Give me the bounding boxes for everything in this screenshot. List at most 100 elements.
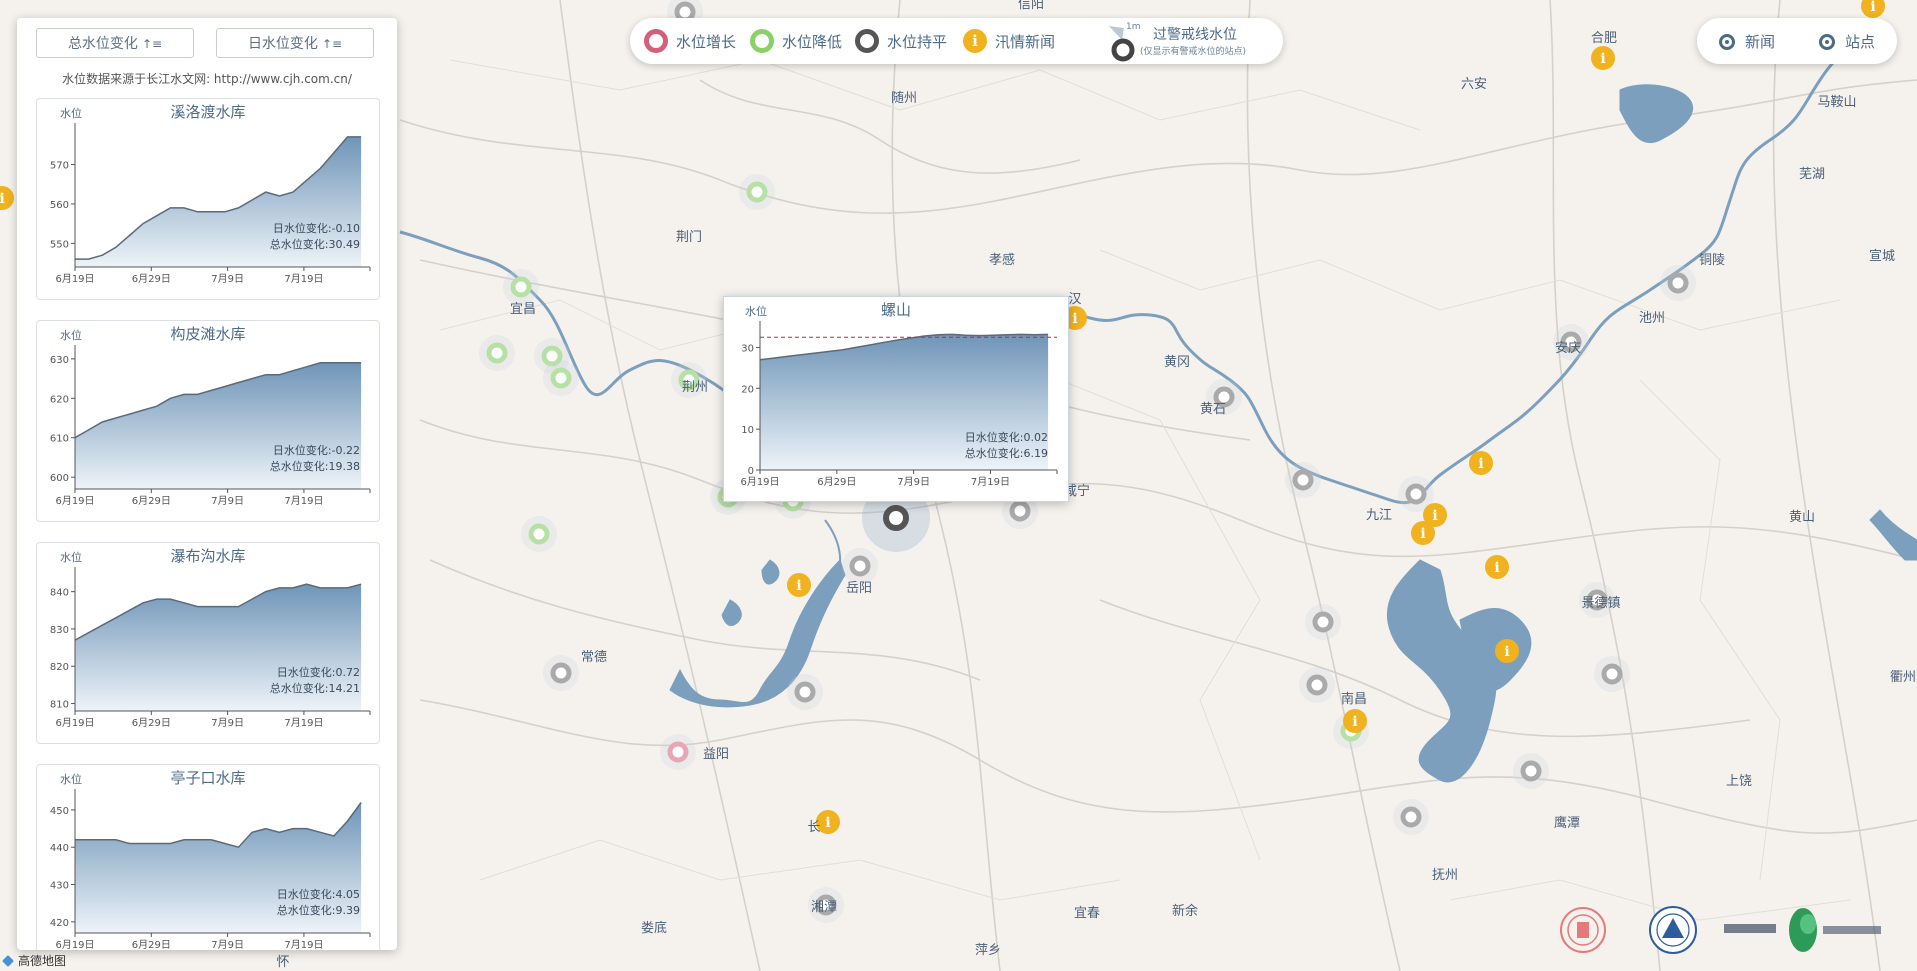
sort-total-change-button[interactable]: 总水位变化 ↑≡ [36,28,194,58]
station-marker[interactable] [479,335,515,371]
city-label: 黄冈 [1164,355,1190,370]
x-tick-label: 6月19日 [740,476,779,488]
x-tick-label: 7月19日 [971,476,1010,488]
legend-fall-label: 水位降低 [782,32,843,51]
station-marker[interactable] [1299,667,1335,703]
reservoir-card[interactable]: 水位 亭子口水库 420 430 440 450 6月19日 6月29日 7月9日 7月19日 日水… [36,764,380,950]
station-popup[interactable]: 水位 螺山 0 10 20 30 6月19日 6月29日 7月9日 7月19日 日水位变化:0.02… [723,296,1069,502]
news-marker[interactable]: i [1591,46,1615,70]
warning-title: 过警戒线水位 [1153,27,1237,43]
y-axis-label: 水位 [60,328,82,342]
station-marker[interactable] [543,655,579,691]
x-tick-label: 7月19日 [284,495,323,507]
city-label: 九江 [1366,508,1392,523]
reservoir-panel[interactable]: 总水位变化 ↑≡ 日水位变化 ↑≡ 水位数据来源于长江水文网: http://www… [17,18,397,950]
news-marker[interactable]: i [787,573,811,597]
city-label: 安庆 [1555,341,1581,356]
station-marker[interactable] [787,674,823,710]
city-label: 衢州 [1890,670,1916,685]
city-label: 鹰潭 [1554,815,1580,831]
y-tick-label: 450 [50,806,69,817]
legend-rise[interactable]: 水位增长 [644,29,736,53]
y-tick-label: 430 [50,881,69,892]
city-label: 娄底 [641,920,667,936]
x-tick-label: 7月19日 [284,273,323,285]
warning-subtitle: (仅显示有警戒水位的站点) [1140,47,1247,57]
daily-change: 日水位变化:4.05 [277,887,360,901]
reservoir-chart: 水位 亭子口水库 420 430 440 450 6月19日 6月29日 7月9日 7月19日 日水… [50,769,371,950]
attribution-text: 高德地图 [18,954,67,968]
station-marker[interactable] [842,548,878,584]
info-icon: i [1870,0,1875,15]
total-change: 总水位变化:14.21 [270,681,360,695]
city-label: 荆门 [676,229,702,245]
y-tick-label: 630 [50,355,69,366]
reservoir-card[interactable]: 水位 溪洛渡水库 550 560 570 6月19日 6月29日 7月9日 7月19日 日水位变化… [36,98,380,300]
sort-daily-change-button[interactable]: 日水位变化 ↑≡ [216,28,374,58]
toggle-news[interactable]: 新闻 [1719,31,1775,52]
city-label: 随州 [891,91,917,106]
station-marker[interactable] [1285,462,1321,498]
station-marker[interactable] [1513,753,1549,789]
legend-flat[interactable]: 水位持平 [855,29,947,53]
total-change: 总水位变化:30.49 [270,237,360,251]
news-marker[interactable]: i [1495,639,1519,663]
legend-fall[interactable]: 水位降低 [750,29,842,53]
map-attribution[interactable]: 高德地图 [2,952,66,969]
toggle-news-label: 新闻 [1745,33,1776,51]
x-tick-label: 7月9日 [897,476,930,488]
station-marker[interactable] [543,360,579,396]
city-label: 长 [807,820,820,835]
legend-bar: 水位增长 水位降低 水位持平 i 汛情新闻 1m 过警戒线水位 (仅显示有警戒水… [630,18,1283,64]
x-tick-label: 6月29日 [132,273,171,285]
y-tick-label: 600 [50,473,69,484]
x-tick-label: 7月9日 [211,495,244,507]
y-tick-label: 840 [50,588,69,599]
flat-ring-icon [855,29,879,53]
x-tick-label: 6月19日 [55,939,94,950]
news-marker[interactable]: i [1411,521,1435,545]
station-marker[interactable] [660,734,696,770]
news-marker[interactable]: i [1469,451,1493,475]
legend-flat-label: 水位持平 [887,32,948,51]
legend-news[interactable]: i 汛情新闻 [963,29,1055,53]
reservoir-card[interactable]: 水位 构皮滩水库 600 610 620 630 6月19日 6月29日 7月9日 7月19日 日水… [36,320,380,522]
x-tick-label: 6月29日 [132,717,171,729]
sort-daily-label: 日水位变化 [247,36,318,52]
daily-change: 日水位变化:-0.10 [273,221,360,235]
y-tick-label: 560 [50,200,69,211]
station-marker[interactable] [503,269,539,305]
city-label: 南昌 [1341,691,1367,707]
total-change: 总水位变化:6.19 [965,446,1048,460]
city-label: 池州 [1639,311,1665,326]
x-tick-label: 7月19日 [284,717,323,729]
y-tick-label: 440 [50,843,69,854]
station-marker[interactable] [739,174,775,210]
info-icon: i [963,29,987,53]
city-label: 荆州 [682,379,708,395]
x-tick-label: 6月19日 [55,273,94,285]
reservoir-title: 构皮滩水库 [170,325,245,343]
toggle-station-label: 站点 [1845,33,1876,51]
city-label: 常德 [581,650,607,665]
y-tick-label: 10 [741,425,754,436]
city-label: 湘潭 [811,900,837,915]
station-marker[interactable] [1393,799,1429,835]
station-marker[interactable] [1594,656,1630,692]
info-icon: i [825,815,830,831]
toggle-station[interactable]: 站点 [1819,31,1875,52]
city-label: 铜陵 [1699,253,1725,268]
layer-toggle: 新闻 站点 [1697,18,1897,64]
city-label: 信阳 [1018,0,1044,12]
station-marker[interactable] [521,516,557,552]
station-marker[interactable] [1305,604,1341,640]
daily-change: 日水位变化:-0.22 [273,443,360,457]
city-label: 马鞍山 [1817,94,1856,110]
city-label: 六安 [1461,77,1487,92]
reservoir-card[interactable]: 水位 瀑布沟水库 810 820 830 840 6月19日 6月29日 7月9日 7月19日 日水… [36,542,380,744]
station-marker[interactable] [1660,265,1696,301]
info-icon: i [1432,508,1437,524]
news-marker[interactable]: i [1485,555,1509,579]
legend-warning[interactable]: 1m 过警戒线水位 (仅显示有警戒水位的站点) [1090,22,1280,62]
news-marker[interactable]: i [1343,709,1367,733]
